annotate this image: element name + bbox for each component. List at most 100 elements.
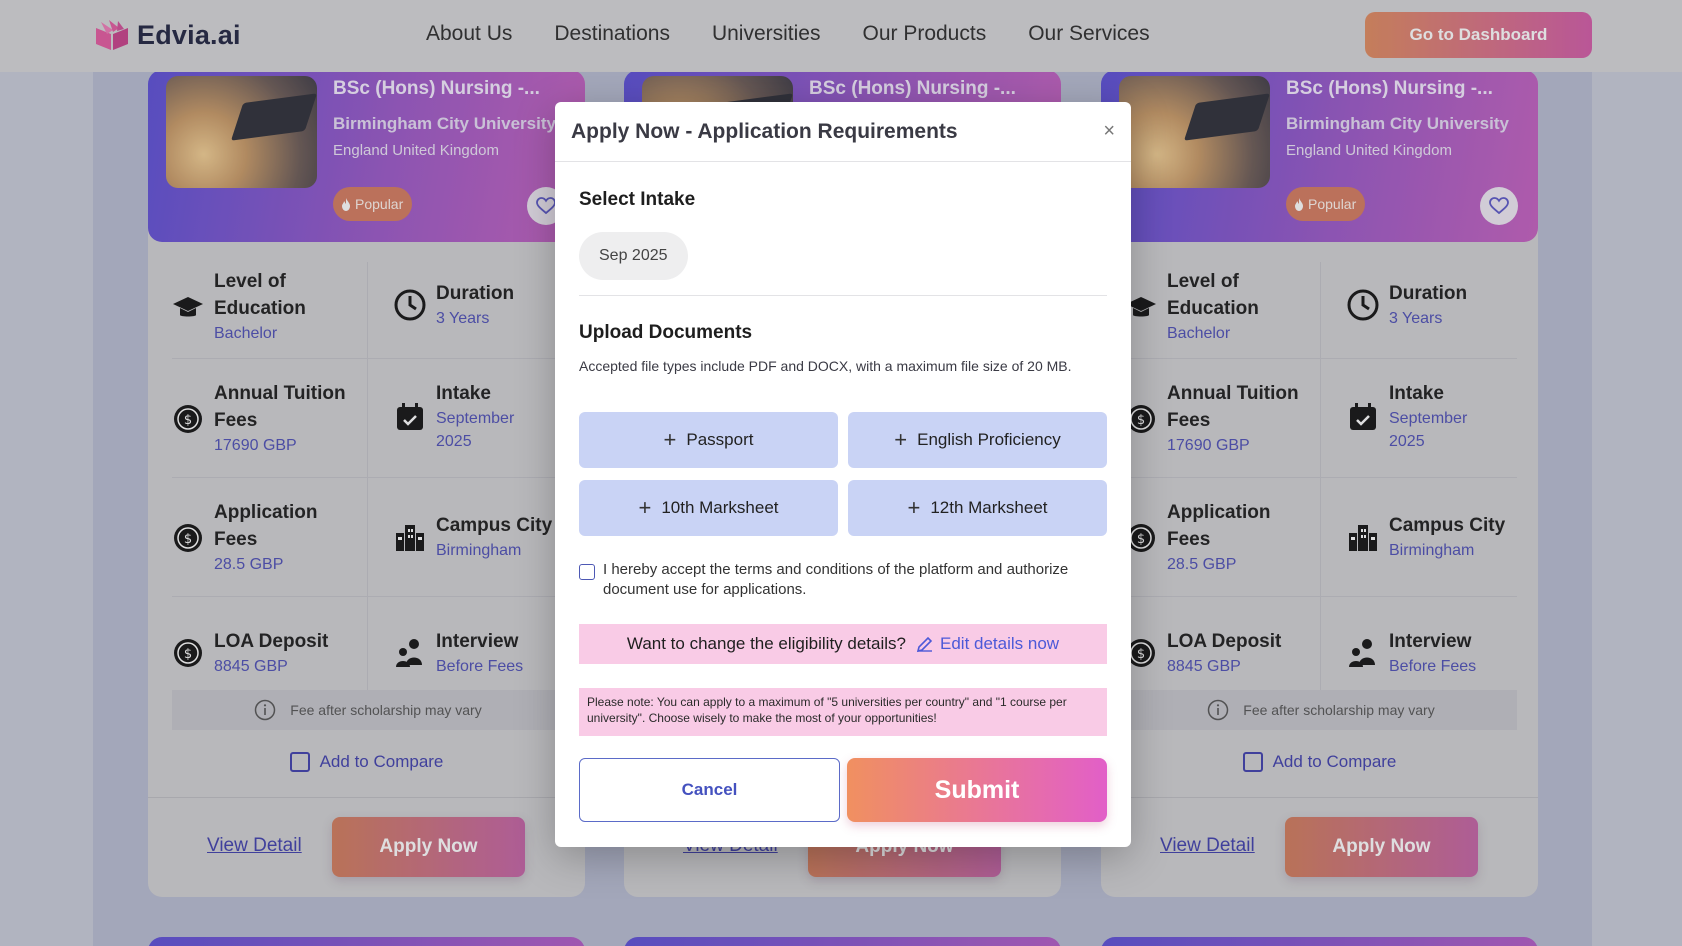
buildings-icon	[1349, 525, 1377, 551]
nav-our-products[interactable]: Our Products	[862, 22, 986, 46]
view-detail-link[interactable]: View Detail	[207, 835, 302, 857]
dollar-coin-icon: $	[174, 523, 202, 552]
upload-passport-button[interactable]: + Passport	[579, 412, 838, 468]
modal-header: Apply Now - Application Requirements ×	[555, 102, 1131, 162]
annual-tuition-fees: $ Annual Tuition Fees 17690 GBP	[1125, 380, 1299, 457]
course-title[interactable]: BSc (Hons) Nursing -...	[333, 78, 540, 100]
level-value: Bachelor	[1167, 325, 1231, 342]
main-nav: About Us Destinations Universities Our P…	[426, 22, 1150, 46]
flame-icon	[342, 197, 350, 211]
apply-now-button[interactable]: Apply Now	[332, 817, 525, 877]
application-fees: $ Application Fees 28.5 GBP	[1125, 499, 1270, 576]
appfee-value: 28.5 GBP	[214, 556, 284, 573]
course-location: England United Kingdom	[1286, 142, 1452, 159]
card-header: BSc (Hons) Nursing -... Birmingham City …	[1101, 70, 1538, 242]
document-label: 12th Marksheet	[930, 498, 1048, 517]
grid-divider	[1125, 596, 1517, 597]
svg-text:$: $	[184, 532, 192, 547]
card-divider	[148, 797, 585, 798]
clock-icon	[1347, 289, 1379, 321]
intake-value: September 2025	[1389, 410, 1468, 450]
add-to-compare[interactable]: Add to Compare	[148, 752, 585, 772]
document-label: English Proficiency	[917, 430, 1061, 449]
level-label: Level of Education	[214, 271, 306, 319]
intake: Intake September 2025	[1347, 380, 1467, 453]
cancel-button[interactable]: Cancel	[579, 758, 840, 822]
level-value: Bachelor	[214, 325, 278, 342]
campus-value: Birmingham	[1389, 542, 1475, 559]
buildings-icon	[396, 525, 424, 551]
terms-consent[interactable]: I hereby accept the terms and conditions…	[579, 560, 1107, 600]
intake-option-chip[interactable]: Sep 2025	[579, 232, 688, 280]
interview-label: Interview	[1389, 631, 1472, 652]
next-row-card	[624, 937, 1061, 946]
view-detail-link[interactable]: View Detail	[1160, 835, 1255, 857]
plus-icon: +	[638, 495, 652, 520]
interview-people-icon	[396, 639, 422, 667]
course-location: England United Kingdom	[333, 142, 499, 159]
add-to-compare[interactable]: Add to Compare	[1101, 752, 1538, 772]
course-title[interactable]: BSc (Hons) Nursing -...	[809, 78, 1016, 100]
graduation-cap-icon	[173, 296, 203, 316]
book-logo-icon	[96, 20, 128, 50]
intake: Intake September 2025	[394, 380, 514, 453]
dollar-coin-icon: $	[174, 639, 202, 667]
upload-english-proficiency-button[interactable]: + English Proficiency	[848, 412, 1107, 468]
submit-button[interactable]: Submit	[847, 758, 1107, 822]
course-card: BSc (Hons) Nursing -... Birmingham City …	[148, 70, 585, 897]
nav-our-services[interactable]: Our Services	[1028, 22, 1149, 46]
nav-universities[interactable]: Universities	[712, 22, 821, 46]
nav-destinations[interactable]: Destinations	[554, 22, 670, 46]
favorite-button[interactable]	[1480, 187, 1518, 225]
info-icon	[255, 699, 276, 721]
interview-people-icon	[1349, 639, 1375, 667]
duration-label: Duration	[1389, 283, 1468, 304]
campus-city: Campus City Birmingham	[1347, 512, 1505, 562]
terms-text: I hereby accept the terms and conditions…	[603, 561, 1069, 598]
edit-details-label[interactable]: Edit details now	[940, 634, 1059, 654]
scholarship-note: Fee after scholarship may vary	[172, 690, 564, 730]
clock-icon	[394, 289, 426, 321]
course-card: BSc (Hons) Nursing -... Birmingham City …	[1101, 70, 1538, 897]
duration: Duration 3 Years	[394, 280, 514, 330]
campus-city: Campus City Birmingham	[394, 512, 552, 562]
compare-checkbox[interactable]	[289, 752, 310, 772]
upload-12th-marksheet-button[interactable]: +12th Marksheet	[848, 480, 1107, 536]
grid-divider	[1125, 358, 1517, 359]
annual-tuition-fees: $ Annual Tuition Fees 17690 GBP	[172, 380, 346, 457]
compare-label[interactable]: Add to Compare	[1273, 752, 1397, 772]
interview-value: Before Fees	[1389, 658, 1477, 675]
top-navbar: Edvia.ai About Us Destinations Universit…	[0, 0, 1682, 72]
compare-label[interactable]: Add to Compare	[320, 752, 444, 772]
grid-divider	[172, 358, 564, 359]
plus-icon: +	[894, 427, 908, 452]
level-of-education: Level of Education Bachelor	[172, 268, 306, 345]
terms-checkbox[interactable]	[579, 564, 595, 580]
intake-label: Intake	[1389, 383, 1444, 404]
appfee-value: 28.5 GBP	[1167, 556, 1237, 573]
upload-documents-title: Upload Documents	[579, 322, 753, 343]
grid-divider	[172, 477, 564, 478]
apply-now-button[interactable]: Apply Now	[1285, 817, 1478, 877]
brand-logo[interactable]: Edvia.ai	[93, 18, 241, 52]
scholarship-note: Fee after scholarship may vary	[1125, 690, 1517, 730]
upload-10th-marksheet-button[interactable]: +10th Marksheet	[579, 480, 838, 536]
go-to-dashboard-button[interactable]: Go to Dashboard	[1365, 12, 1592, 58]
heart-icon	[536, 197, 556, 215]
course-title[interactable]: BSc (Hons) Nursing -...	[1286, 78, 1493, 100]
application-fees: $ Application Fees 28.5 GBP	[172, 499, 317, 576]
tuition-label: Annual Tuition Fees	[1167, 383, 1299, 431]
compare-checkbox[interactable]	[1242, 752, 1263, 772]
course-thumbnail	[1119, 76, 1270, 188]
tuition-value: 17690 GBP	[214, 437, 297, 454]
plus-icon: +	[663, 427, 677, 452]
duration-value: 3 Years	[1389, 310, 1443, 327]
close-icon[interactable]: ×	[1103, 120, 1115, 143]
apply-now-modal: Apply Now - Application Requirements × S…	[555, 102, 1131, 847]
flame-icon	[1295, 197, 1303, 211]
nav-about-us[interactable]: About Us	[426, 22, 512, 46]
university-name: Birmingham City University	[1286, 114, 1509, 133]
duration-value: 3 Years	[436, 310, 490, 327]
tuition-label: Annual Tuition Fees	[214, 383, 346, 431]
edit-details-link[interactable]: Edit details now	[916, 634, 1059, 654]
